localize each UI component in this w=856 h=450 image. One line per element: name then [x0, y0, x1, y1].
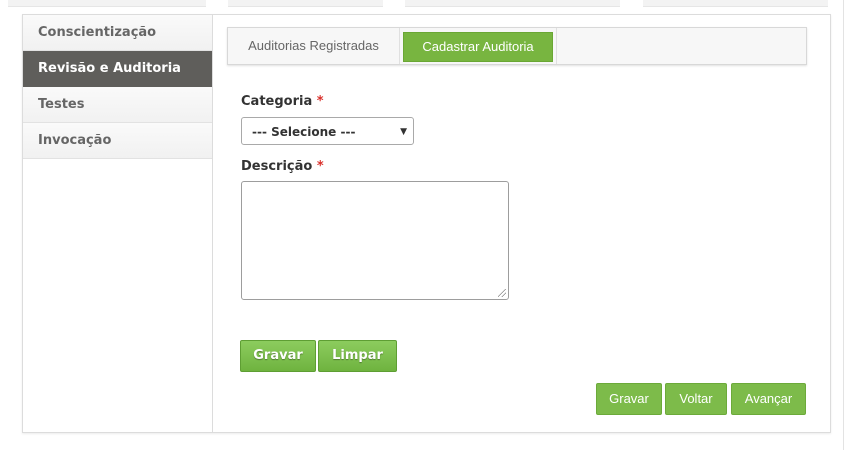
sidebar-item-testes[interactable]: Testes [23, 87, 212, 123]
sidebar: Conscientização Revisão e Auditoria Test… [23, 15, 213, 432]
tab-bar: Auditorias Registradas Cadastrar Auditor… [227, 27, 807, 65]
top-strip-4 [643, 0, 828, 7]
categoria-select[interactable]: --- Selecione --- ▼ [241, 117, 414, 145]
sidebar-item-revisao-auditoria[interactable]: Revisão e Auditoria [23, 51, 212, 87]
tab-auditorias-registradas[interactable]: Auditorias Registradas [228, 28, 400, 64]
voltar-button[interactable]: Voltar [665, 383, 727, 415]
resize-handle-icon[interactable] [498, 289, 506, 297]
top-strip-1 [8, 0, 206, 7]
dropdown-arrow-icon: ▼ [400, 127, 407, 137]
tab-cadastrar-auditoria[interactable]: Cadastrar Auditoria [403, 32, 553, 62]
descricao-label-text: Descrição [241, 159, 313, 174]
required-marker: * [316, 159, 324, 174]
categoria-label-text: Categoria [241, 94, 313, 109]
right-divider [843, 0, 844, 450]
required-marker: * [316, 94, 324, 109]
categoria-selected-value: --- Selecione --- [252, 125, 356, 139]
sidebar-item-invocacao[interactable]: Invocação [23, 123, 212, 159]
tab-divider [556, 28, 557, 64]
footer-gravar-button[interactable]: Gravar [596, 383, 662, 415]
sidebar-item-conscientizacao[interactable]: Conscientização [23, 15, 212, 51]
main-panel: Conscientização Revisão e Auditoria Test… [22, 14, 831, 433]
descricao-label: Descrição * [241, 159, 324, 174]
limpar-button[interactable]: Limpar [318, 340, 397, 372]
avancar-button[interactable]: Avançar [731, 383, 806, 415]
top-strip-2 [228, 0, 383, 7]
categoria-label: Categoria * [241, 94, 324, 109]
top-strip-3 [405, 0, 620, 7]
descricao-textarea[interactable] [241, 181, 509, 300]
gravar-button[interactable]: Gravar [240, 340, 316, 372]
